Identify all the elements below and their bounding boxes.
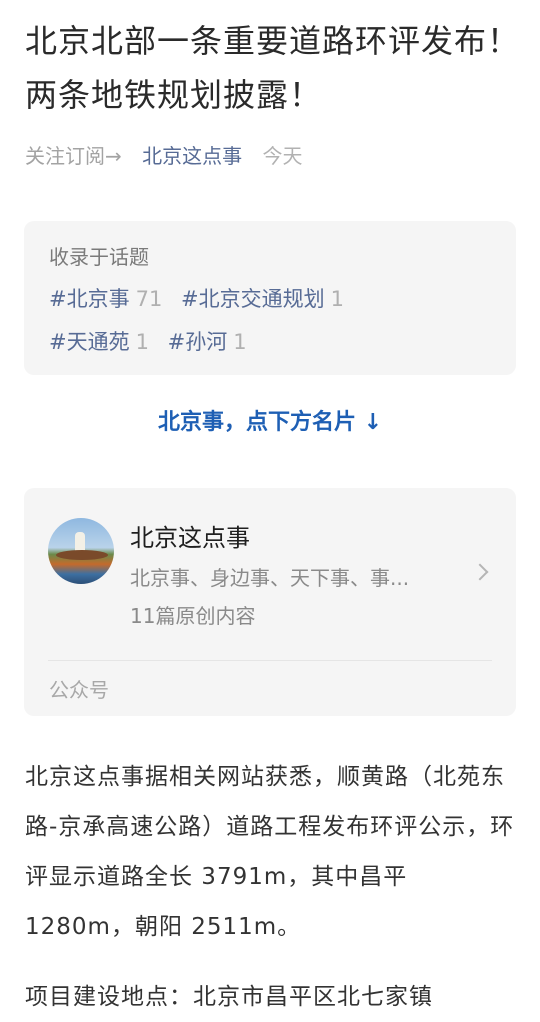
topic-tag-count: 1 [135,330,149,354]
topic-tag[interactable]: #北京交通规划 1 [181,287,344,311]
island-shape [56,550,108,560]
topic-tag-name: #天通苑 [49,330,130,354]
article-paragraph: 北京这点事据相关网站获悉，顺黄路（北苑东路-京承高速公路）道路工程发布环评公示，… [25,764,515,940]
card-divider [48,660,492,661]
article-title: 北京北部一条重要道路环评发布！两条地铁规划披露！ [25,22,521,114]
tag-row: #北京事 71 #北京交通规划 1 [49,283,356,313]
topic-tag[interactable]: #孙河 1 [168,330,247,354]
topic-tag-name: #孙河 [167,330,228,354]
topic-tag[interactable]: #北京事 71 [49,287,169,311]
account-link[interactable]: 北京这点事 [142,144,242,168]
cta-text: 北京事，点下方名片 ↓ [157,410,383,435]
topic-tag-count: 71 [135,287,163,311]
card-description: 北京事、身边事、天下事、事... [130,566,410,590]
card-account-name: 北京这点事 [130,524,250,552]
follow-link[interactable]: 关注订阅→ [25,144,122,168]
chevron-right-icon[interactable] [471,563,489,581]
topic-tag-name: #北京交通规划 [181,287,325,311]
article-meta: 关注订阅→ 北京这点事 今天 [25,140,316,172]
tag-row: #天通苑 1 #孙河 1 [49,326,259,356]
card-article-count: 11篇原创内容 [130,604,256,628]
account-card[interactable]: 北京这点事 北京事、身边事、天下事、事... 11篇原创内容 公众号 [24,488,516,716]
topic-collection: 收录于话题 #北京事 71 #北京交通规划 1 #天通苑 1 #孙河 1 [24,221,516,375]
article-paragraph: 项目建设地点：北京市昌平区北七家镇 [25,984,433,1010]
topic-tag[interactable]: #天通苑 1 [49,330,156,354]
avatar [48,518,114,584]
publish-date: 今天 [262,144,303,168]
topic-heading: 收录于话题 [49,245,149,269]
topic-tag-count: 1 [233,330,247,354]
card-type-label: 公众号 [49,678,109,702]
topic-tag-name: #北京事 [49,287,130,311]
topic-tag-count: 1 [330,287,345,311]
